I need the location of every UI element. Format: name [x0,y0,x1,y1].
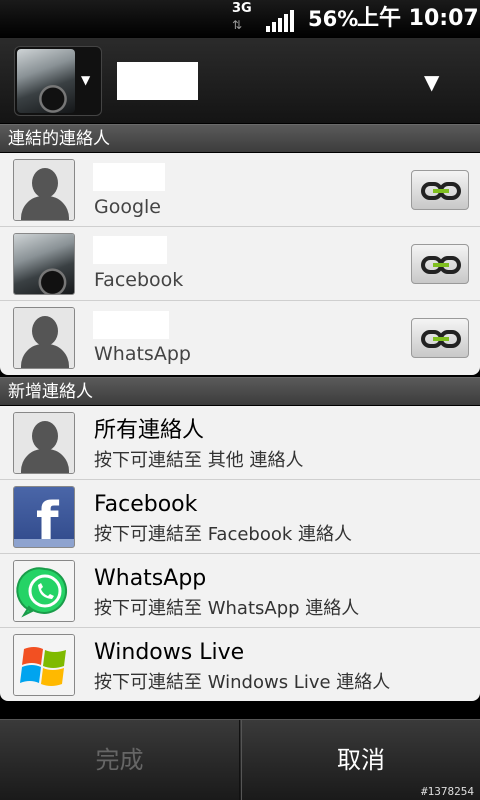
source-subtitle: 按下可連結至 其他 連絡人 [94,450,304,471]
avatar [13,634,75,696]
contact-header: ▼ ▼ [0,38,480,124]
section-header-linked: 連結的連絡人 [0,124,480,152]
data-arrows-icon: ⇅ [232,18,243,32]
source-subtitle: 按下可連結至 Windows Live 連絡人 [94,672,391,693]
avatar [13,560,75,622]
account-label: Facebook [94,269,184,291]
contact-name-redacted [93,163,165,191]
add-source-row-all[interactable]: 所有連絡人 按下可連結至 其他 連絡人 [0,406,480,480]
linked-contact-row[interactable]: Google [0,153,480,227]
network-type: 3G [232,1,252,16]
person-silhouette-icon [14,160,74,220]
photo-dropdown-icon: ▼ [81,73,91,87]
source-title: Facebook [94,492,198,517]
contact-name-redacted [117,62,198,100]
account-label: WhatsApp [94,343,191,365]
contact-name-redacted [93,311,169,339]
contact-photo-picker[interactable]: ▼ [14,46,102,116]
avatar: f [13,486,75,548]
source-title: Windows Live [94,640,245,665]
unlink-button[interactable] [411,244,469,284]
linked-contact-row[interactable]: Facebook [0,227,480,301]
windows-live-icon [14,635,74,695]
section-header-add: 新增連絡人 [0,377,480,405]
person-silhouette-icon [14,413,74,473]
facebook-icon: f [14,487,74,547]
add-source-row-whatsapp[interactable]: WhatsApp 按下可連結至 WhatsApp 連絡人 [0,554,480,628]
source-subtitle: 按下可連結至 WhatsApp 連絡人 [94,598,360,619]
avatar [13,307,75,369]
watermark: #1378254 [421,785,474,798]
header-dropdown-icon[interactable]: ▼ [424,72,439,92]
source-title: 所有連絡人 [94,418,205,443]
avatar [13,412,75,474]
whatsapp-icon [14,561,74,621]
unlink-button[interactable] [411,170,469,210]
chain-link-icon [421,256,461,274]
status-bar: 3G ⇅ 56% 上午 10:07 [0,0,480,38]
chain-link-icon [421,182,461,200]
contact-photo [17,49,75,113]
add-contacts-list: 所有連絡人 按下可連結至 其他 連絡人 f Facebook 按下可連結至 Fa… [0,406,480,701]
done-button[interactable]: 完成 [0,720,240,800]
clock: 上午 10:07 [357,6,479,31]
network-indicator: 3G ⇅ [230,2,256,36]
account-label: Google [94,196,162,218]
source-title: WhatsApp [94,566,207,591]
linked-contact-row[interactable]: WhatsApp [0,301,480,375]
avatar [13,233,75,295]
contact-name-redacted [93,236,167,264]
car-photo [14,234,74,294]
bottom-action-bar: 完成 取消 #1378254 [0,719,480,800]
source-subtitle: 按下可連結至 Facebook 連絡人 [94,524,353,545]
add-source-row-windows-live[interactable]: Windows Live 按下可連結至 Windows Live 連絡人 [0,628,480,701]
add-source-row-facebook[interactable]: f Facebook 按下可連結至 Facebook 連絡人 [0,480,480,554]
unlink-button[interactable] [411,318,469,358]
signal-icon [266,10,296,32]
linked-contacts-list: Google Facebook WhatsApp [0,153,480,375]
battery-level: 56% [308,7,359,31]
person-silhouette-icon [14,308,74,368]
avatar [13,159,75,221]
chain-link-icon [421,330,461,348]
